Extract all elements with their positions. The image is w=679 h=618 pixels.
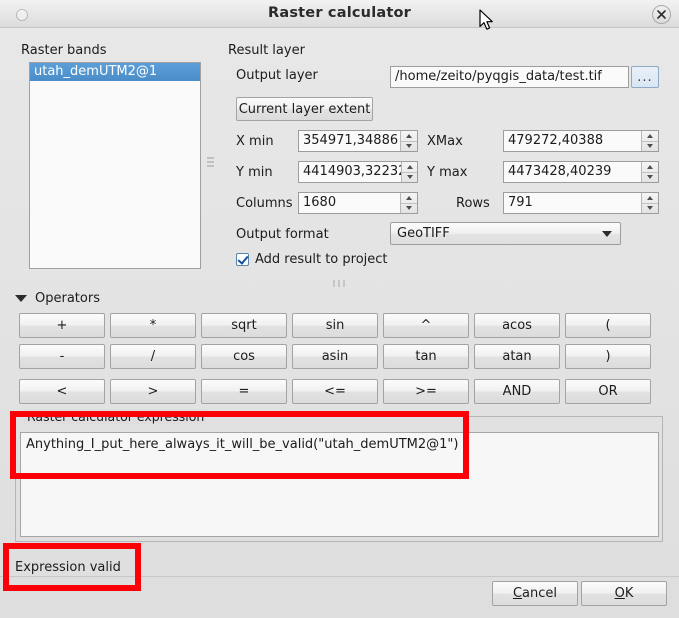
- operator-button-equals[interactable]: =: [201, 379, 287, 404]
- rows-value[interactable]: 791: [504, 193, 641, 213]
- operator-button-less-or-equal[interactable]: <=: [292, 379, 378, 404]
- add-result-to-project-checkbox[interactable]: Add result to project: [236, 252, 388, 267]
- cancel-mnemonic: C: [512, 586, 523, 601]
- rows-step-up-icon[interactable]: [642, 193, 658, 203]
- x-min-value[interactable]: 354971,34886: [299, 131, 400, 151]
- operator-button-or[interactable]: OR: [565, 379, 651, 404]
- y-min-spinbox[interactable]: 4414903,32232: [298, 161, 418, 183]
- y-max-stepper[interactable]: [641, 162, 658, 182]
- x-min-spinbox[interactable]: 354971,34886: [298, 130, 418, 152]
- y-max-step-down-icon[interactable]: [642, 171, 658, 183]
- browse-output-button[interactable]: ...: [631, 66, 659, 88]
- operator-button-acos[interactable]: acos: [474, 313, 560, 338]
- checkbox-indicator[interactable]: [236, 253, 249, 266]
- result-layer-label: Result layer: [228, 43, 305, 58]
- window-title: Raster calculator: [267, 5, 411, 21]
- x-max-stepper[interactable]: [641, 131, 658, 151]
- operator-button-minus[interactable]: -: [19, 344, 105, 369]
- expression-group-title: Raster calculator expression: [24, 409, 208, 424]
- vertical-splitter-handle[interactable]: [333, 280, 345, 287]
- x-max-step-down-icon[interactable]: [642, 140, 658, 152]
- rows-label: Rows: [456, 196, 490, 211]
- footer-divider: [0, 576, 679, 577]
- operator-button-open-paren[interactable]: (: [565, 313, 651, 338]
- y-max-value[interactable]: 4473428,40239: [504, 162, 641, 182]
- expression-textarea[interactable]: Anything_I_put_here_always_it_will_be_va…: [20, 432, 659, 537]
- x-max-step-up-icon[interactable]: [642, 131, 658, 141]
- columns-stepper[interactable]: [400, 193, 417, 213]
- list-item[interactable]: utah_demUTM2@1: [30, 63, 200, 81]
- chevron-down-icon[interactable]: [602, 230, 612, 237]
- operator-button-greater-or-equal[interactable]: >=: [383, 379, 469, 404]
- cancel-label-rest: ancel: [522, 586, 558, 601]
- x-max-spinbox[interactable]: 479272,40388: [503, 130, 659, 152]
- operator-button-power[interactable]: ^: [383, 313, 469, 338]
- output-layer-input[interactable]: /home/zeito/pyqgis_data/test.tif: [390, 66, 629, 88]
- columns-spinbox[interactable]: 1680: [298, 192, 418, 214]
- x-min-step-up-icon[interactable]: [401, 131, 417, 141]
- ok-mnemonic: O: [614, 586, 625, 601]
- operators-collapse-header[interactable]: Operators: [15, 291, 100, 306]
- rows-spinbox[interactable]: 791: [503, 192, 659, 214]
- horizontal-splitter-handle[interactable]: [207, 157, 214, 167]
- operator-button-plus[interactable]: +: [19, 313, 105, 338]
- operator-button-and[interactable]: AND: [474, 379, 560, 404]
- y-min-step-down-icon[interactable]: [402, 171, 417, 183]
- output-format-select[interactable]: GeoTIFF: [390, 222, 621, 245]
- operator-button-close-paren[interactable]: ): [565, 344, 651, 369]
- rows-step-down-icon[interactable]: [642, 202, 658, 214]
- raster-bands-list[interactable]: utah_demUTM2@1: [29, 62, 201, 269]
- operator-button-sin[interactable]: sin: [292, 313, 378, 338]
- operator-button-cos[interactable]: cos: [201, 344, 287, 369]
- y-min-label: Y min: [236, 165, 273, 180]
- close-icon[interactable]: [652, 5, 671, 24]
- titlebar: Raster calculator: [0, 0, 679, 28]
- x-min-stepper[interactable]: [400, 131, 417, 151]
- y-min-stepper[interactable]: [401, 162, 417, 182]
- x-max-value[interactable]: 479272,40388: [504, 131, 641, 151]
- rows-stepper[interactable]: [641, 193, 658, 213]
- ok-label-rest: K: [624, 586, 634, 601]
- operator-button-greater-than[interactable]: >: [110, 379, 196, 404]
- output-format-value: GeoTIFF: [397, 226, 450, 241]
- columns-label: Columns: [236, 196, 293, 211]
- operators-title: Operators: [35, 291, 100, 306]
- y-max-spinbox[interactable]: 4473428,40239: [503, 161, 659, 183]
- ok-button[interactable]: OK: [581, 581, 667, 606]
- operator-button-multiply[interactable]: *: [110, 313, 196, 338]
- output-layer-label: Output layer: [236, 68, 318, 83]
- status-message: Expression valid: [15, 560, 121, 575]
- y-min-value[interactable]: 4414903,32232: [299, 162, 401, 182]
- operator-button-tan[interactable]: tan: [383, 344, 469, 369]
- output-format-label: Output format: [236, 227, 329, 242]
- y-min-step-up-icon[interactable]: [402, 162, 417, 172]
- operator-button-sqrt[interactable]: sqrt: [201, 313, 287, 338]
- cancel-button[interactable]: Cancel: [492, 581, 578, 606]
- operator-button-less-than[interactable]: <: [19, 379, 105, 404]
- add-result-to-project-label: Add result to project: [255, 252, 388, 267]
- x-max-label: XMax: [427, 134, 463, 149]
- operator-button-asin[interactable]: asin: [292, 344, 378, 369]
- operator-button-atan[interactable]: atan: [474, 344, 560, 369]
- x-min-step-down-icon[interactable]: [401, 140, 417, 152]
- y-max-step-up-icon[interactable]: [642, 162, 658, 172]
- x-min-label: X min: [236, 134, 274, 149]
- columns-step-down-icon[interactable]: [401, 202, 417, 214]
- chevron-down-icon[interactable]: [15, 295, 27, 302]
- operator-button-divide[interactable]: /: [110, 344, 196, 369]
- current-layer-extent-button[interactable]: Current layer extent: [236, 97, 373, 121]
- columns-value[interactable]: 1680: [299, 193, 400, 213]
- raster-bands-label: Raster bands: [21, 43, 107, 58]
- columns-step-up-icon[interactable]: [401, 193, 417, 203]
- y-max-label: Y max: [427, 165, 468, 180]
- raster-calculator-dialog: Raster calculator Raster bands utah_demU…: [0, 0, 679, 618]
